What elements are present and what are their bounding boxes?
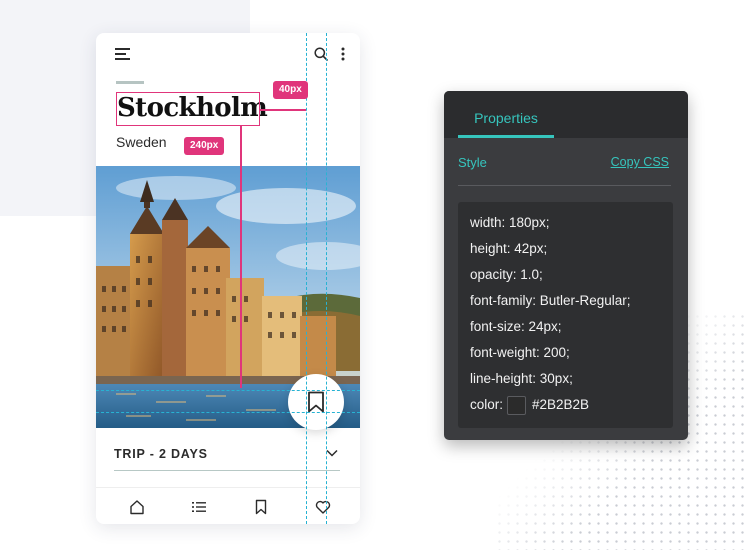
style-section-label: Style [458, 155, 487, 170]
vertical-guide-line [306, 33, 307, 524]
heart-icon[interactable] [315, 499, 331, 515]
css-code-block: width: 180px; height: 42px; opacity: 1.0… [458, 202, 673, 428]
offset-marker-line [240, 126, 242, 388]
chevron-down-icon [326, 449, 338, 457]
selection-box [116, 92, 260, 126]
css-line: line-height: 30px; [470, 371, 573, 386]
properties-panel: Properties Style Copy CSS width: 180px; … [444, 91, 688, 440]
tab-properties[interactable]: Properties [458, 91, 554, 138]
hamburger-icon[interactable] [115, 48, 131, 60]
horizontal-guide-line [96, 412, 360, 413]
color-value: #2B2B2B [532, 397, 590, 412]
css-line: height: 42px; [470, 241, 548, 256]
css-line: width: 180px; [470, 215, 550, 230]
bookmark-icon[interactable] [253, 499, 269, 515]
css-color-line: color: #2B2B2B [470, 392, 673, 418]
color-swatch[interactable] [507, 395, 527, 415]
vertical-guide-line [326, 33, 327, 524]
css-line: font-size: 24px; [470, 319, 562, 334]
more-vertical-icon[interactable] [340, 47, 346, 61]
bottom-navigation [96, 487, 360, 524]
tab-active-indicator [458, 135, 554, 138]
css-line: font-weight: 200; [470, 345, 570, 360]
horizontal-guide-line [96, 390, 360, 391]
home-icon[interactable] [129, 499, 145, 515]
css-line: opacity: 1.0; [470, 267, 543, 282]
spacing-badge: 40px [273, 81, 308, 99]
spacing-marker-line [260, 109, 306, 111]
country-label: Sweden [116, 134, 167, 150]
divider [458, 185, 671, 186]
trip-label: TRIP - 2 DAYS [114, 447, 208, 461]
bookmark-icon [308, 391, 324, 413]
title-accent-bar [116, 81, 144, 84]
copy-css-link[interactable]: Copy CSS [611, 155, 669, 169]
color-property-label: color: [470, 397, 504, 412]
bookmark-button[interactable] [288, 374, 344, 430]
offset-badge: 240px [184, 137, 225, 155]
list-icon[interactable] [191, 499, 207, 515]
css-line: font-family: Butler-Regular; [470, 293, 631, 308]
